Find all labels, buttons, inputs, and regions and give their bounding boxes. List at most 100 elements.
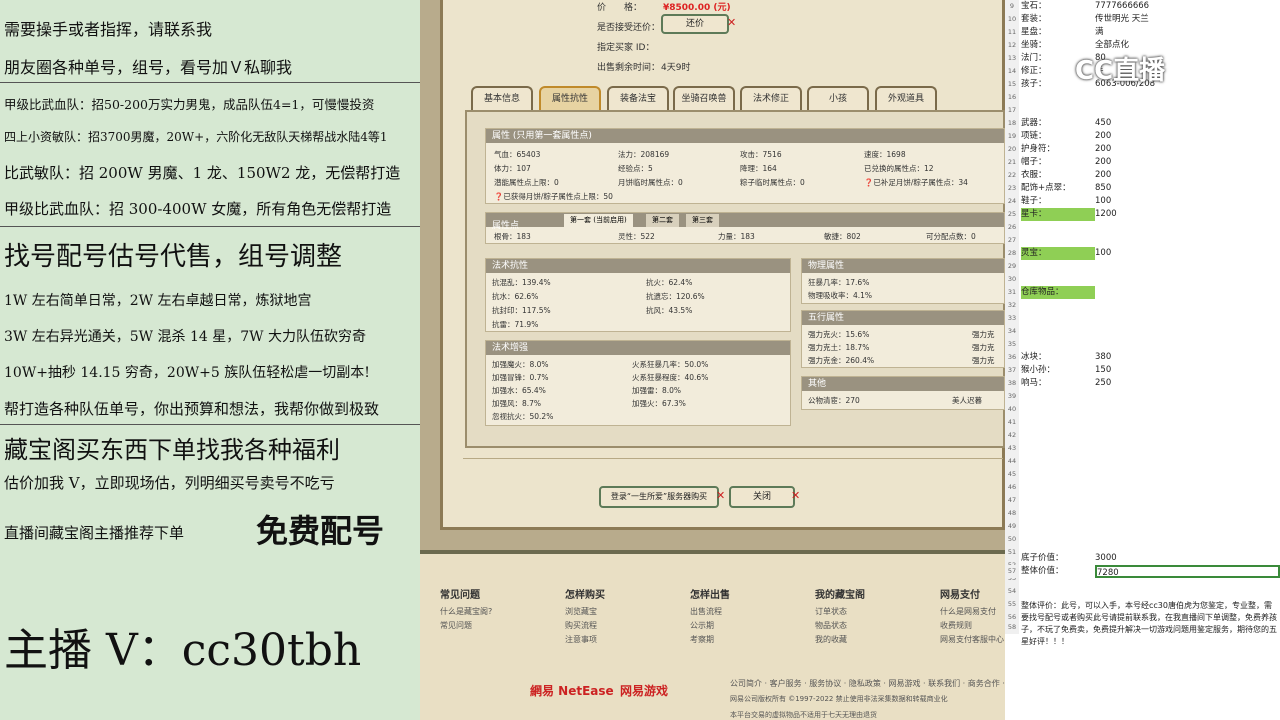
footer-link[interactable]: 收费规则 bbox=[940, 620, 972, 631]
row-number: 33 bbox=[1005, 312, 1019, 325]
sheet-label-cell[interactable]: 星卡： bbox=[1021, 208, 1095, 221]
sheet-label-cell[interactable]: 套装： bbox=[1021, 13, 1047, 26]
sheet-label-cell[interactable]: 孩子： bbox=[1021, 78, 1047, 91]
points-header: 属性点 bbox=[492, 221, 520, 231]
stamina-value: 体力：107 bbox=[494, 164, 531, 173]
tab-equipment[interactable]: 装备法宝 bbox=[607, 86, 669, 110]
sheet-value-cell[interactable]: 1200 bbox=[1095, 208, 1117, 221]
sheet-value-cell[interactable]: 380 bbox=[1095, 351, 1111, 364]
sheet-label-cell[interactable]: 衣服： bbox=[1021, 169, 1047, 182]
sheet-value-cell[interactable]: 200 bbox=[1095, 130, 1111, 143]
kid-value-label[interactable]: 底子价值： bbox=[1021, 552, 1064, 565]
sheet-label-cell[interactable]: 护身符： bbox=[1021, 143, 1055, 156]
enhance-cell: 加强冒锋：0.7% bbox=[492, 373, 549, 382]
sheet-label-cell[interactable]: 帽子： bbox=[1021, 156, 1047, 169]
sheet-value-cell[interactable]: 200 bbox=[1095, 169, 1111, 182]
sheet-label-cell[interactable]: 配饰+点翠： bbox=[1021, 182, 1071, 195]
tab-attributes[interactable]: 属性抗性 bbox=[539, 86, 601, 110]
sheet-label-cell[interactable]: 项链： bbox=[1021, 130, 1047, 143]
physical-box: 物理属性 狂暴几率：17.6% 物理吸收率：4.1% bbox=[801, 258, 1005, 304]
tab-spell-correction[interactable]: 法术修正 bbox=[740, 86, 802, 110]
sheet-label-cell[interactable]: 修正： bbox=[1021, 65, 1047, 78]
bargain-button[interactable]: 还价 bbox=[661, 14, 729, 34]
sheet-label-cell[interactable]: 法门： bbox=[1021, 52, 1047, 65]
ad-line: 估价加我 V，立即现场估，列明细买号卖号不吃亏 bbox=[4, 474, 335, 492]
footer-link[interactable]: 什么是藏宝阁? bbox=[440, 606, 492, 617]
sheet-value-cell[interactable]: 传世明光 天兰 bbox=[1095, 13, 1149, 26]
magic: 灵性：522 bbox=[618, 232, 655, 241]
sheet-label-cell[interactable]: 星盘： bbox=[1021, 26, 1047, 39]
five-cell: 强力克 bbox=[972, 356, 995, 365]
tab-mounts[interactable]: 坐骑召唤兽 bbox=[673, 86, 735, 110]
sheet-label-cell[interactable]: 猴小孙： bbox=[1021, 364, 1055, 377]
sheet-value-cell[interactable]: 100 bbox=[1095, 195, 1111, 208]
total-value[interactable]: 7280 bbox=[1095, 565, 1280, 578]
ad-line: 1W 左右简单日常，2W 左右卓越日常，炼狱地宫 bbox=[4, 293, 312, 309]
row-number: 30 bbox=[1005, 273, 1019, 286]
footer-link[interactable]: 订单状态 bbox=[815, 606, 847, 617]
enhance-header: 法术增强 bbox=[486, 341, 790, 355]
attack-value: 攻击：7516 bbox=[740, 150, 782, 159]
sheet-value-cell[interactable]: 450 bbox=[1095, 117, 1111, 130]
footer-link[interactable]: 出售流程 bbox=[690, 606, 722, 617]
footer-link[interactable]: 公示期 bbox=[690, 620, 714, 631]
footer-link[interactable]: 考察期 bbox=[690, 634, 714, 645]
resist-cell: 抗遗忘：120.6% bbox=[646, 292, 705, 301]
login-buy-button[interactable]: 登录“一生所爱”服务器购买 bbox=[599, 486, 719, 508]
sheet-value-cell[interactable]: 150 bbox=[1095, 364, 1111, 377]
enhance-cell: 火系狂暴几率：50.0% bbox=[632, 360, 709, 369]
row-number: 35 bbox=[1005, 338, 1019, 351]
row-number: 57 bbox=[1005, 565, 1019, 578]
help-icon: ❓ bbox=[494, 192, 504, 201]
sheet-value-cell[interactable]: 满 bbox=[1095, 26, 1104, 39]
speed-value: 速度：1698 bbox=[864, 150, 906, 159]
footer-links[interactable]: 公司简介 · 客户服务 · 服务协议 · 隐私政策 · 网易游戏 · 联系我们 … bbox=[730, 678, 1005, 689]
row-number: 43 bbox=[1005, 442, 1019, 455]
row-number: 54 bbox=[1005, 585, 1019, 598]
enhance-cell: 忽视抗火：50.2% bbox=[492, 412, 554, 421]
points-tab-1[interactable]: 第一套 (当前启用) bbox=[564, 214, 633, 227]
kid-value[interactable]: 3000 bbox=[1095, 552, 1117, 565]
sheet-value-cell[interactable]: 850 bbox=[1095, 182, 1111, 195]
total-value-label[interactable]: 整体价值： bbox=[1021, 565, 1064, 578]
physical-header: 物理属性 bbox=[802, 259, 1004, 273]
footer-link[interactable]: 我的收藏 bbox=[815, 634, 847, 645]
enhance-cell: 加强火：67.3% bbox=[632, 399, 686, 408]
sheet-value-cell[interactable]: 100 bbox=[1095, 247, 1111, 260]
tab-appearance[interactable]: 外观道具 bbox=[875, 86, 937, 110]
sheet-label-cell[interactable]: 鞋子： bbox=[1021, 195, 1047, 208]
footer-link[interactable]: 购买流程 bbox=[565, 620, 597, 631]
tab-child[interactable]: 小孩 bbox=[807, 86, 869, 110]
physical-cell: 狂暴几率：17.6% bbox=[808, 278, 870, 287]
footer-link[interactable]: 常见问题 bbox=[440, 620, 472, 631]
overall-comment[interactable]: 整体评价：此号，可以入手，本号经cc30唐伯虎为您鉴定，专业整，需要找号配号或者… bbox=[1021, 600, 1279, 652]
sheet-label-cell[interactable]: 宝石： bbox=[1021, 0, 1047, 13]
footer-link[interactable]: 网易支付客服中心 bbox=[940, 634, 1010, 645]
footer-link[interactable]: 什么是网易支付 bbox=[940, 606, 996, 617]
sheet-label-cell[interactable]: 响马： bbox=[1021, 377, 1047, 390]
reduction-value: 降理：164 bbox=[740, 164, 777, 173]
sheet-value-cell[interactable]: 200 bbox=[1095, 156, 1111, 169]
price-value: ¥8500.00 (元) bbox=[663, 3, 731, 13]
sheet-label-cell[interactable]: 灵宝： bbox=[1021, 247, 1095, 260]
close-button[interactable]: 关闭 bbox=[729, 486, 795, 508]
points-tab-2[interactable]: 第二套 bbox=[646, 214, 679, 227]
sheet-label-cell[interactable]: 仓库物品： bbox=[1021, 286, 1095, 299]
sheet-label-cell[interactable]: 武器： bbox=[1021, 117, 1047, 130]
footer-link[interactable]: 浏览藏宝 bbox=[565, 606, 597, 617]
help-icon: ❓ bbox=[864, 178, 874, 187]
time-left-label: 出售剩余时间： bbox=[597, 63, 661, 73]
points-tab-3[interactable]: 第三套 bbox=[686, 214, 719, 227]
sheet-label-cell[interactable]: 坐骑： bbox=[1021, 39, 1047, 52]
row-number: 27 bbox=[1005, 234, 1019, 247]
sheet-value-cell[interactable]: 250 bbox=[1095, 377, 1111, 390]
sheet-value-cell[interactable]: 7777666666 bbox=[1095, 0, 1149, 13]
sheet-label-cell[interactable]: 冰块： bbox=[1021, 351, 1047, 364]
row-number: 19 bbox=[1005, 130, 1019, 143]
row-number: 46 bbox=[1005, 481, 1019, 494]
footer-link[interactable]: 注意事项 bbox=[565, 634, 597, 645]
row-number: 34 bbox=[1005, 325, 1019, 338]
sheet-value-cell[interactable]: 200 bbox=[1095, 143, 1111, 156]
footer-link[interactable]: 物品状态 bbox=[815, 620, 847, 631]
tab-basic-info[interactable]: 基本信息 bbox=[471, 86, 533, 110]
